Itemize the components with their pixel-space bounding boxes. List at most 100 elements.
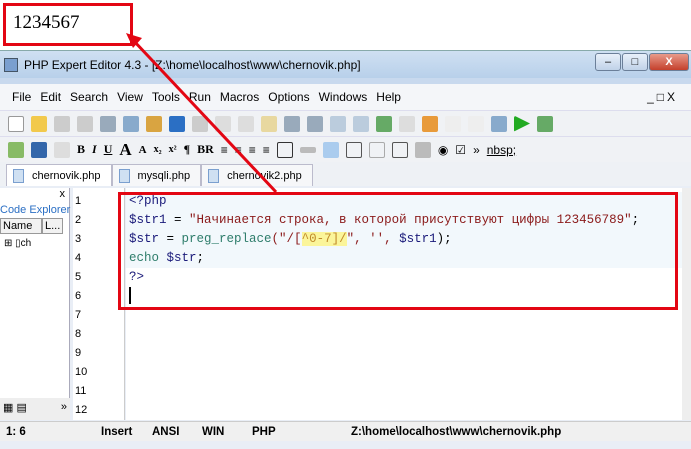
line-endings: WIN xyxy=(202,425,225,438)
img-tag-icon[interactable] xyxy=(322,141,339,158)
php-close-tag: ?> xyxy=(129,270,145,284)
save-icon[interactable] xyxy=(54,115,70,132)
mdi-controls[interactable]: _□X xyxy=(647,90,678,104)
html-toolbar: B I U A A x₂ x² ¶ BR ≡ ≡ ≡ ≡ ◉ ☑ » nbsp; xyxy=(0,136,691,162)
line-number: 7 xyxy=(75,309,82,321)
menu-edit[interactable]: Edit xyxy=(40,90,61,104)
undo-icon[interactable] xyxy=(169,115,185,132)
menu-help[interactable]: Help xyxy=(376,90,401,104)
title-bar: PHP Expert Editor 4.3 - [Z:\home\localho… xyxy=(0,51,691,78)
editor-window: PHP Expert Editor 4.3 - [Z:\home\localho… xyxy=(0,50,691,449)
subscript-icon[interactable]: x₂ xyxy=(154,144,162,155)
tab-mysqli[interactable]: mysqli.php xyxy=(111,164,202,186)
language: PHP xyxy=(252,425,276,438)
tab-label: mysqli.php xyxy=(137,169,191,182)
debug-icon[interactable] xyxy=(537,115,553,132)
find-icon[interactable] xyxy=(330,115,346,132)
folder-tab-icon[interactable]: ▤ xyxy=(16,402,26,414)
line-numbers: 1 2 3 4 5 6 7 8 9 10 11 12 xyxy=(73,188,125,420)
find-next-icon[interactable] xyxy=(353,115,369,132)
replace-icon[interactable] xyxy=(376,115,392,132)
explorer-tab-icon[interactable]: ▦ xyxy=(3,402,13,414)
cursor-position: 1: 6 xyxy=(6,425,26,438)
line-number: 9 xyxy=(75,347,82,359)
variable: $str1 xyxy=(129,213,167,227)
menu-view[interactable]: View xyxy=(117,90,143,104)
select-icon[interactable] xyxy=(391,141,408,158)
tree-item[interactable]: ⊞ ▯ch xyxy=(0,238,69,249)
open-file-icon[interactable] xyxy=(31,115,47,132)
panel-more[interactable]: » xyxy=(61,401,67,413)
italic-button[interactable]: I xyxy=(92,142,97,157)
justify-icon[interactable]: ≡ xyxy=(263,143,270,157)
minimize-button[interactable]: – xyxy=(595,53,621,71)
menu-tools[interactable]: Tools xyxy=(152,90,180,104)
tab-chernovik2[interactable]: chernovik2.php xyxy=(201,164,313,186)
font-smaller-icon[interactable]: A xyxy=(139,144,147,156)
close-button[interactable]: X xyxy=(649,53,689,71)
superscript-icon[interactable]: x² xyxy=(169,144,177,155)
redo-icon[interactable] xyxy=(192,115,208,132)
br-button[interactable]: BR xyxy=(197,142,214,157)
textarea-icon[interactable] xyxy=(368,141,385,158)
font-larger-icon[interactable]: A xyxy=(119,140,131,160)
nbsp-button[interactable]: nbsp; xyxy=(487,143,516,157)
code-line: $str1 = "Начинается строка, в которой пр… xyxy=(126,211,682,230)
tree-icon[interactable] xyxy=(146,115,162,132)
menu-file[interactable]: File xyxy=(12,90,31,104)
hr-icon[interactable] xyxy=(299,146,316,153)
maximize-button[interactable]: □ xyxy=(622,53,648,71)
checkbox-icon[interactable]: ☑ xyxy=(455,143,466,157)
panel-close-button[interactable]: x xyxy=(60,188,66,200)
globe-icon[interactable] xyxy=(31,141,47,158)
string-literal: ", '', xyxy=(346,232,400,246)
bold-button[interactable]: B xyxy=(77,142,85,157)
escape-icon[interactable] xyxy=(468,115,484,132)
listbox-icon[interactable] xyxy=(414,141,431,158)
line-number: 8 xyxy=(75,328,82,340)
radio-icon[interactable]: ◉ xyxy=(438,143,448,157)
indent-icon[interactable] xyxy=(284,115,300,132)
menu-run[interactable]: Run xyxy=(189,90,211,104)
insert-mode: Insert xyxy=(101,425,133,438)
paste-icon[interactable] xyxy=(261,115,277,132)
align-right-icon[interactable]: ≡ xyxy=(249,143,256,157)
file-icon xyxy=(208,168,220,183)
textfield-icon[interactable] xyxy=(345,141,362,158)
copy-icon[interactable] xyxy=(238,115,254,132)
code-editor[interactable]: <?php $str1 = "Начинается строка, в кото… xyxy=(126,188,682,420)
goto-icon[interactable] xyxy=(399,115,415,132)
menu-macros[interactable]: Macros xyxy=(220,90,259,104)
new-file-icon[interactable] xyxy=(8,115,24,132)
line-number: 3 xyxy=(75,233,82,245)
column-line[interactable]: L... xyxy=(42,218,64,234)
run-icon[interactable] xyxy=(514,115,530,132)
save-all-icon[interactable] xyxy=(77,115,93,132)
tab-label: chernovik2.php xyxy=(227,169,302,182)
menu-search[interactable]: Search xyxy=(70,90,108,104)
close-file-icon[interactable] xyxy=(100,115,116,132)
frame-icon[interactable] xyxy=(276,141,293,158)
structure-icon[interactable] xyxy=(123,115,139,132)
align-center-icon[interactable]: ≡ xyxy=(235,143,242,157)
overflow-chevron[interactable]: » xyxy=(473,143,480,157)
cut-icon[interactable] xyxy=(215,115,231,132)
image-icon[interactable] xyxy=(8,141,24,158)
regex-highlight: ^0-7]/ xyxy=(301,232,347,246)
semicolon: ; xyxy=(196,251,205,265)
variable: $str xyxy=(129,232,160,246)
align-left-icon[interactable]: ≡ xyxy=(221,143,228,157)
php-tag-icon[interactable] xyxy=(445,115,461,132)
clipboard-icon[interactable] xyxy=(54,141,70,158)
menu-windows[interactable]: Windows xyxy=(319,90,368,104)
tab-chernovik[interactable]: chernovik.php xyxy=(6,164,112,186)
highlight-icon[interactable] xyxy=(422,115,438,132)
outdent-icon[interactable] xyxy=(307,115,323,132)
preview-icon[interactable] xyxy=(491,115,507,132)
underline-button[interactable]: U xyxy=(104,142,113,157)
vertical-scrollbar[interactable] xyxy=(682,188,691,420)
column-name[interactable]: Name xyxy=(0,218,42,234)
status-bar: 1: 6 Insert ANSI WIN PHP Z:\home\localho… xyxy=(0,421,691,441)
paragraph-button[interactable]: ¶ xyxy=(184,142,190,157)
menu-options[interactable]: Options xyxy=(268,90,309,104)
